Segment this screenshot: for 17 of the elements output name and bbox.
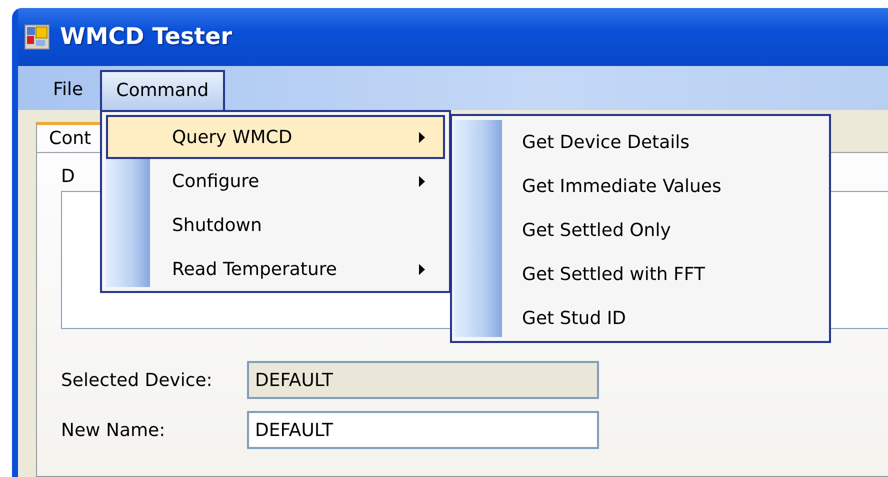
menu-item[interactable]: Get Settled with FFT xyxy=(454,252,827,296)
menu-item[interactable]: Get Immediate Values xyxy=(454,164,827,208)
field-label: New Name: xyxy=(61,420,166,440)
menu-item[interactable]: File xyxy=(38,70,98,110)
menu-item[interactable]: Get Settled Only xyxy=(454,208,827,252)
field-label: Selected Device: xyxy=(61,370,214,390)
menu-item[interactable]: Get Stud ID xyxy=(454,296,827,340)
menu-item[interactable]: Get Device Details xyxy=(454,120,827,164)
menu-item[interactable]: Query WMCD xyxy=(106,115,445,159)
menu-item[interactable]: Shutdown xyxy=(106,203,445,247)
window-title: WMCD Tester xyxy=(60,24,232,50)
menu-item[interactable]: Command xyxy=(100,70,225,110)
menu-item[interactable]: Configure xyxy=(106,159,445,203)
app-icon xyxy=(24,24,50,50)
menu-item[interactable]: Read Temperature xyxy=(106,247,445,291)
text-field[interactable]: DEFAULT xyxy=(247,411,599,449)
group-label: D xyxy=(61,167,75,187)
